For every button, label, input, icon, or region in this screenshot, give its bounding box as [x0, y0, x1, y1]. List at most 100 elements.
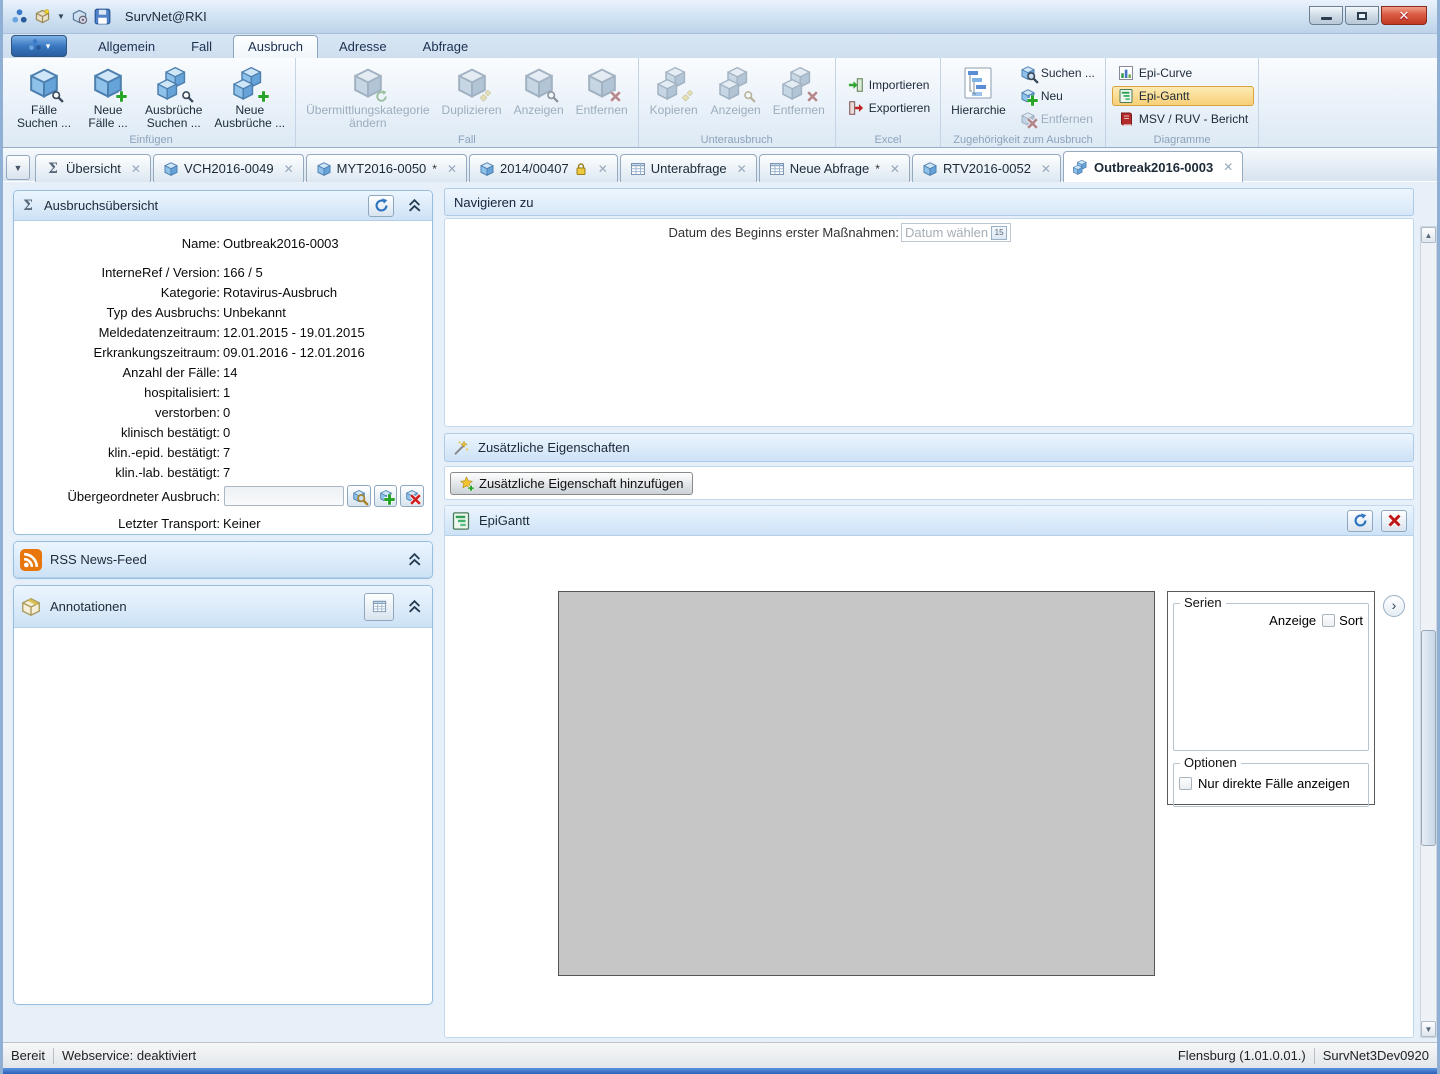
doc-tab-outbreak2016-0003[interactable]: Outbreak2016-0003 ✕ [1063, 151, 1243, 182]
ribbon-group-fall: Übermittlungskategorie ändernDuplizieren… [296, 58, 639, 147]
ribbon-button-exportieren[interactable]: Exportieren [842, 98, 936, 118]
ribbon-tab-fall[interactable]: Fall [176, 35, 227, 59]
ribbon-button-fälle-suchen[interactable]: Fälle Suchen ... [11, 61, 77, 132]
save-icon[interactable] [94, 8, 111, 25]
ribbon-button-entfernen[interactable]: Entfernen [1014, 109, 1101, 129]
field-value: Unbekannt [220, 305, 286, 320]
field-label: Kategorie: [22, 285, 220, 300]
field-label: verstorben: [22, 405, 220, 420]
doc-tab-vch2016-0049[interactable]: VCH2016-0049✕ [153, 154, 304, 182]
measures-date-input[interactable]: Datum wählen 15 [901, 223, 1011, 242]
collapse-icon[interactable] [402, 549, 426, 571]
doc-tab-label: Outbreak2016-0003 [1094, 160, 1213, 175]
close-tab-icon[interactable]: ✕ [737, 162, 747, 176]
close-tab-icon[interactable]: ✕ [284, 162, 294, 176]
grid-view-button[interactable] [364, 593, 394, 621]
cube-icon [922, 161, 938, 177]
doc-tab-neue-abfrage[interactable]: Neue Abfrage*✕ [759, 154, 910, 182]
overview-field-row: klin.-epid. bestätigt:7 [22, 442, 424, 462]
ribbon-button-anzeigen[interactable]: Anzeigen [705, 61, 767, 119]
parent-outbreak-plus-button[interactable] [374, 485, 398, 507]
cube-remove-icon [405, 489, 419, 503]
ribbon-button-duplizieren[interactable]: Duplizieren [436, 61, 508, 119]
lock-icon [574, 162, 588, 176]
ribbon-button-label: Suchen ... [1041, 66, 1095, 80]
ribbon-button-ausbrüche-suchen[interactable]: Ausbrüche Suchen ... [139, 61, 208, 132]
close-tab-icon[interactable]: ✕ [1041, 162, 1051, 176]
ribbon-button-übermittlungskategorie-ändern[interactable]: Übermittlungskategorie ändern [300, 61, 435, 132]
restore-button[interactable] [1345, 6, 1379, 25]
field-label: Anzahl der Fälle: [22, 365, 220, 380]
ribbon-tab-allgemein[interactable]: Allgemein [83, 35, 170, 59]
ribbon-tab-abfrage[interactable]: Abfrage [408, 35, 484, 59]
minimize-button[interactable] [1309, 6, 1343, 25]
cube-plus-icon [1020, 88, 1036, 104]
restore-icon [1357, 12, 1367, 20]
tab-list-dropdown-button[interactable]: ▼ [6, 155, 30, 180]
parent-outbreak-remove-button[interactable] [400, 485, 424, 507]
ribbon-group-excel: ImportierenExportierenExcel [836, 58, 941, 147]
ribbon-button-label: Neue Ausbrüche ... [214, 104, 285, 130]
ribbon-button-epi-curve[interactable]: Epi-Curve [1112, 63, 1254, 83]
refresh-button[interactable] [1347, 510, 1373, 532]
field-label: InterneRef / Version: [22, 265, 220, 280]
close-panel-button[interactable] [1381, 510, 1407, 532]
collapse-icon[interactable] [402, 195, 426, 217]
close-tab-icon[interactable]: ✕ [1223, 160, 1233, 174]
doc-tab-myt2016-0050[interactable]: MYT2016-0050*✕ [306, 154, 467, 182]
close-tab-icon[interactable]: ✕ [447, 162, 457, 176]
doc-tab-unterabfrage[interactable]: Unterabfrage ✕ [620, 154, 757, 182]
vertical-scrollbar[interactable]: ▲ ▼ [1420, 226, 1437, 1038]
cube-recycle-icon [351, 66, 385, 100]
refresh-button[interactable] [368, 195, 394, 217]
parent-outbreak-input[interactable] [224, 486, 344, 506]
ribbon-button-anzeigen[interactable]: Anzeigen [508, 61, 570, 119]
close-tab-icon[interactable]: ✕ [598, 162, 608, 176]
ribbon-button-epi-gantt[interactable]: Epi-Gantt [1112, 86, 1254, 106]
ribbon-button-label: Entfernen [1041, 112, 1093, 126]
status-webservice: Webservice: deaktiviert [62, 1048, 196, 1063]
add-property-button[interactable]: Zusätzliche Eigenschaft hinzufügen [450, 472, 693, 495]
ribbon-small-column: Importieren Exportieren [842, 61, 936, 131]
scrollbar-thumb[interactable] [1421, 630, 1436, 846]
application-menu-button[interactable]: ▾ [11, 35, 67, 57]
ribbon-button-neue-fälle[interactable]: Neue Fälle ... [77, 61, 139, 132]
close-button[interactable]: ✕ [1381, 6, 1427, 25]
direct-cases-checkbox[interactable] [1179, 777, 1192, 790]
ribbon-small-column: Epi-Curve Epi-Gantt MSV / RUV - Bericht [1112, 61, 1254, 131]
doc-tab-rtv2016-0052[interactable]: RTV2016-0052✕ [912, 154, 1061, 182]
close-tab-icon[interactable]: ✕ [890, 162, 900, 176]
doc-tab-label: Unterabfrage [651, 161, 727, 176]
ribbon-button-importieren[interactable]: Importieren [842, 75, 936, 95]
ribbon-button-neue-ausbrüche[interactable]: Neue Ausbrüche ... [208, 61, 291, 132]
parent-outbreak-view-button[interactable] [347, 485, 371, 507]
collapse-icon[interactable] [402, 596, 426, 618]
gantt-axis-ticks [558, 977, 1155, 983]
doc-tab-übersicht[interactable]: ΣÜbersicht✕ [35, 154, 151, 182]
scroll-up-button[interactable]: ▲ [1421, 227, 1436, 243]
ribbon-button-entfernen[interactable]: Entfernen [570, 61, 634, 119]
ribbon-button-suchen[interactable]: Suchen ... [1014, 63, 1101, 83]
ribbon-button-hierarchie[interactable]: Hierarchie [945, 61, 1012, 119]
field-value: 0 [220, 425, 230, 440]
cube-search-icon [522, 66, 556, 100]
ribbon-button-msv-ruv-bericht[interactable]: MSV / RUV - Bericht [1112, 109, 1254, 129]
new-record-icon[interactable] [34, 8, 51, 25]
scroll-down-button[interactable]: ▼ [1421, 1021, 1436, 1037]
ribbon-button-label: Epi-Curve [1139, 66, 1192, 80]
ribbon-button-neu[interactable]: Neu [1014, 86, 1101, 106]
additional-properties-title: Zusätzliche Eigenschaften [478, 440, 630, 455]
ribbon-tab-ausbruch[interactable]: Ausbruch [233, 35, 318, 59]
quick-access-dropdown-icon[interactable]: ▼ [57, 12, 65, 21]
ribbon-tab-adresse[interactable]: Adresse [324, 35, 402, 59]
ribbon-button-entfernen[interactable]: Entfernen [767, 61, 831, 119]
ribbon-button-kopieren[interactable]: Kopieren [643, 61, 705, 119]
close-tab-icon[interactable]: ✕ [131, 162, 141, 176]
export-icon [848, 100, 864, 116]
calendar-icon[interactable]: 15 [991, 226, 1007, 240]
doc-tab-2014-00407[interactable]: 2014/00407✕ [469, 154, 618, 182]
gantt-axis-labels [558, 984, 1155, 1020]
anzeige-master-checkbox[interactable] [1322, 614, 1335, 627]
open-record-icon[interactable] [71, 8, 88, 25]
legend-expander-button[interactable]: › [1383, 595, 1405, 617]
